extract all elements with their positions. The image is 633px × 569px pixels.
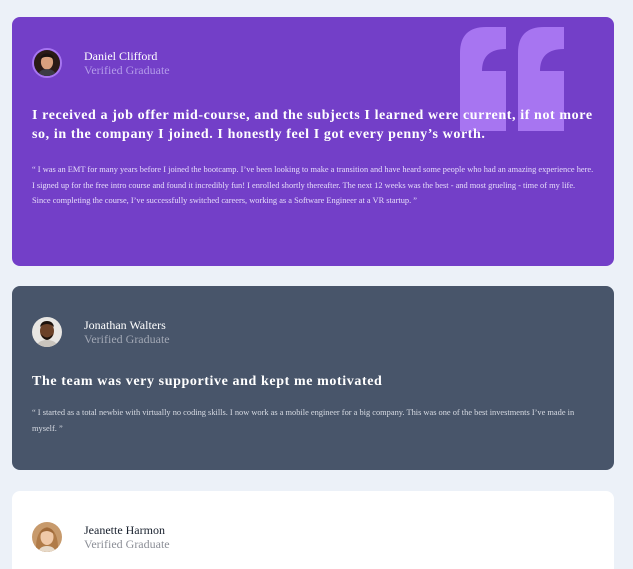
author-block: Jonathan Walters Verified Graduate — [32, 316, 594, 348]
testimonial-headline: The team was very supportive and kept me… — [32, 374, 383, 389]
author-text: Jeanette Harmon Verified Graduate — [84, 523, 170, 551]
testimonial-headline: I received a job offer mid-course, and t… — [32, 108, 593, 142]
author-role: Verified Graduate — [84, 537, 170, 551]
author-name: Jeanette Harmon — [84, 523, 165, 537]
avatar-image — [32, 522, 62, 552]
avatar-image — [32, 317, 62, 347]
author-text: Jonathan Walters Verified Graduate — [84, 318, 170, 346]
testimonials-page: Daniel Clifford Verified Graduate I rece… — [0, 0, 633, 569]
avatar — [32, 48, 62, 78]
testimonial-card-jonathan: Jonathan Walters Verified Graduate The t… — [12, 286, 614, 470]
testimonial-card-daniel: Daniel Clifford Verified Graduate I rece… — [12, 17, 614, 266]
author-block: Daniel Clifford Verified Graduate — [32, 47, 594, 79]
author-role: Verified Graduate — [84, 63, 170, 77]
avatar — [32, 317, 62, 347]
testimonial-body: “ I started as a total newbie with virtu… — [32, 408, 575, 433]
author-block: Jeanette Harmon Verified Graduate — [32, 521, 594, 553]
author-name: Jonathan Walters — [84, 318, 166, 332]
avatar-image — [34, 50, 60, 76]
author-name: Daniel Clifford — [84, 49, 158, 63]
author-role: Verified Graduate — [84, 332, 170, 346]
author-text: Daniel Clifford Verified Graduate — [84, 49, 170, 77]
testimonial-body: “ I was an EMT for many years before I j… — [32, 165, 594, 205]
testimonial-card-jeanette: Jeanette Harmon Verified Graduate — [12, 491, 614, 569]
avatar — [32, 522, 62, 552]
